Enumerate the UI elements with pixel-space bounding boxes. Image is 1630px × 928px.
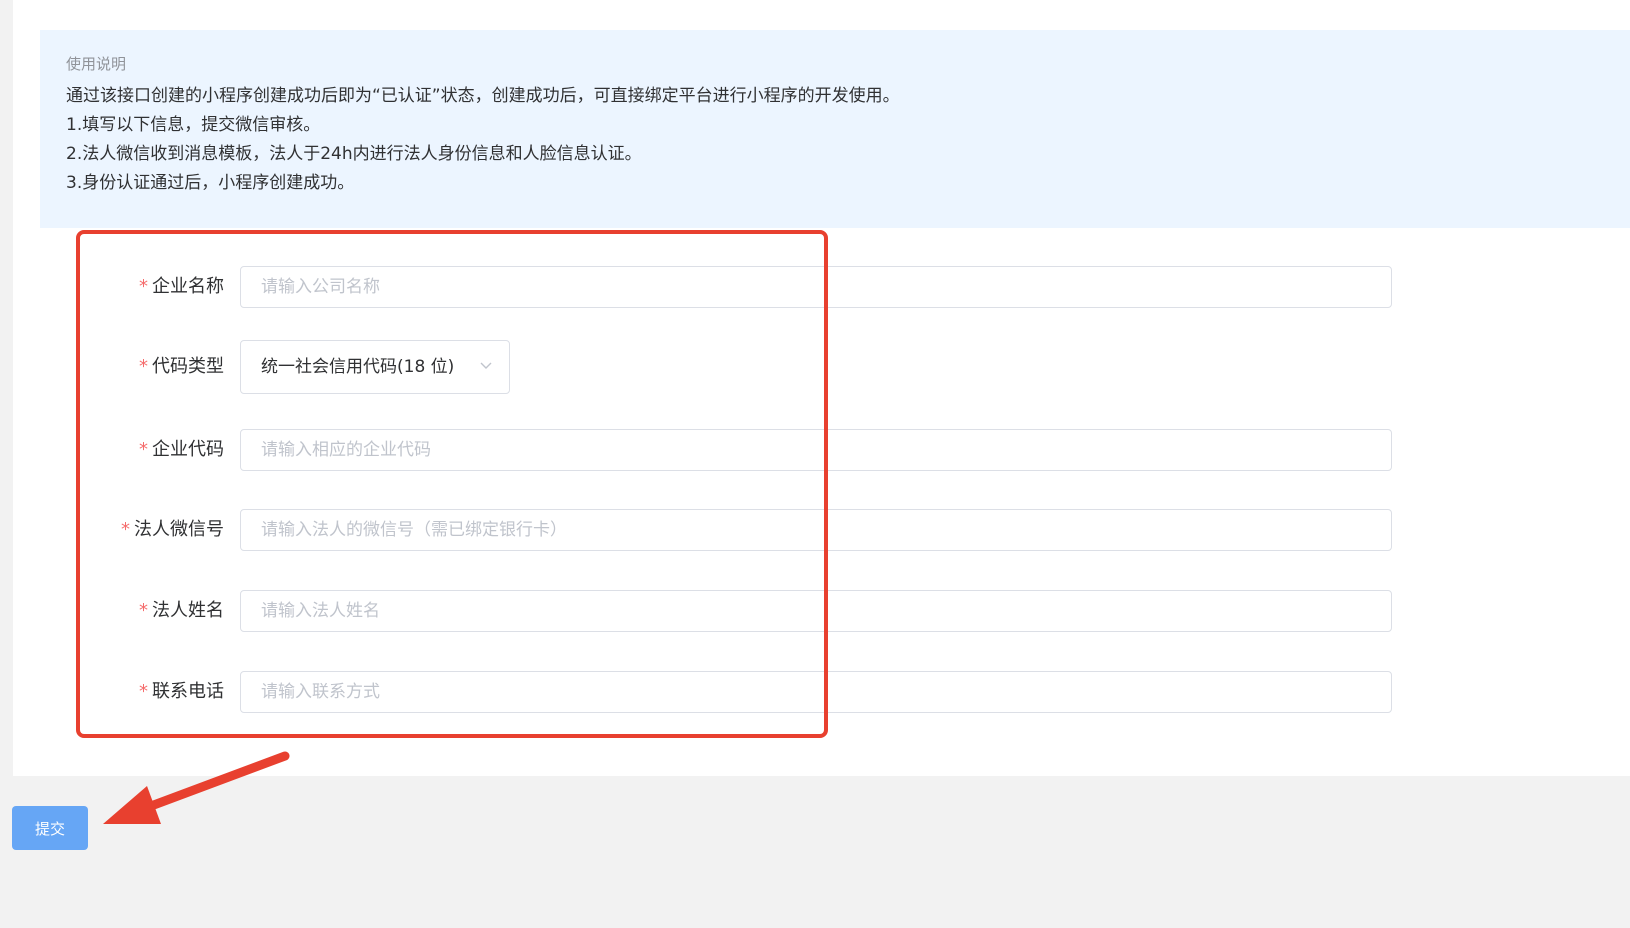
legal-wechat-input[interactable] xyxy=(240,509,1392,551)
notice-line-step-3: 3.身份认证通过后，小程序创建成功。 xyxy=(66,173,355,193)
code-type-row: * 代码类型 统一社会信用代码(18 位) xyxy=(0,340,1630,394)
required-mark: * xyxy=(121,519,130,540)
notice-line-step-2: 2.法人微信收到消息模板，法人于24h内进行法人身份信息和人脸信息认证。 xyxy=(66,144,642,164)
notice-line-intro: 通过该接口创建的小程序创建成功后即为“已认证”状态，创建成功后，可直接绑定平台进… xyxy=(66,86,900,106)
contact-phone-input[interactable] xyxy=(240,671,1392,713)
notice-line-step-1: 1.填写以下信息，提交微信审核。 xyxy=(66,115,321,135)
required-mark: * xyxy=(139,439,148,460)
required-mark: * xyxy=(139,276,148,297)
usage-notice: 使用说明 通过该接口创建的小程序创建成功后即为“已认证”状态，创建成功后，可直接… xyxy=(40,30,1630,228)
company-code-row: * 企业代码 xyxy=(0,429,1630,471)
legal-name-row: * 法人姓名 xyxy=(0,590,1630,632)
notice-title: 使用说明 xyxy=(66,55,127,73)
company-code-label: * 企业代码 xyxy=(139,439,224,460)
required-mark: * xyxy=(139,600,148,621)
code-type-label: * 代码类型 xyxy=(139,356,224,377)
legal-name-label: * 法人姓名 xyxy=(139,600,224,621)
legal-wechat-label: * 法人微信号 xyxy=(121,519,224,540)
required-mark: * xyxy=(139,681,148,702)
required-mark: * xyxy=(139,356,148,377)
legal-name-input[interactable] xyxy=(240,590,1392,632)
chevron-down-icon xyxy=(480,362,492,369)
code-type-select[interactable]: 统一社会信用代码(18 位) xyxy=(240,340,510,394)
submit-button[interactable]: 提交 xyxy=(12,806,88,850)
company-name-input[interactable] xyxy=(240,266,1392,308)
company-name-label: * 企业名称 xyxy=(139,276,224,297)
company-name-row: * 企业名称 xyxy=(0,266,1630,308)
contact-phone-row: * 联系电话 xyxy=(0,671,1630,713)
company-code-input[interactable] xyxy=(240,429,1392,471)
legal-wechat-row: * 法人微信号 xyxy=(0,509,1630,551)
code-type-selected-value: 统一社会信用代码(18 位) xyxy=(261,357,455,377)
contact-phone-label: * 联系电话 xyxy=(139,681,224,702)
